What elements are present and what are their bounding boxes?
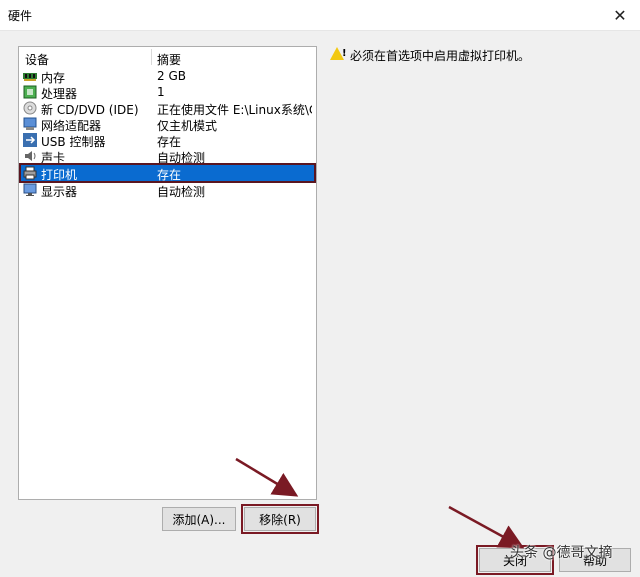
arrow-to-remove-button xyxy=(235,457,299,497)
watermark: 头条 @德哥文摘 xyxy=(510,545,613,561)
arrow-to-close-button xyxy=(448,505,525,549)
annotation-arrows xyxy=(235,457,525,549)
